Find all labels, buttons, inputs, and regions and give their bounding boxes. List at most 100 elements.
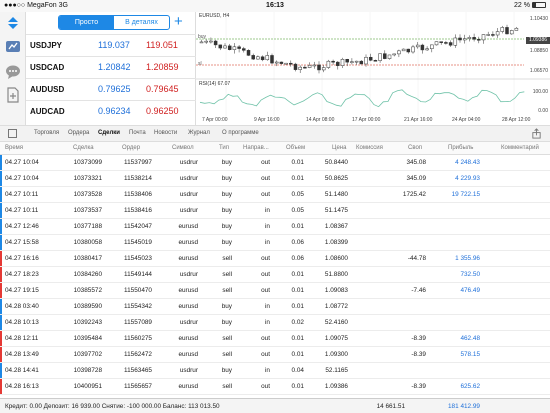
column-header[interactable]: Своп	[408, 145, 422, 151]
table-row[interactable]: 04.27 10:11 10373528 11538406 usdrur buy out 0…	[0, 187, 550, 203]
table-row[interactable]: 04.27 16:16 10380417 11545023 eurusd sell out…	[0, 251, 550, 267]
quote-ask: 0.79645	[146, 84, 179, 94]
candle	[293, 63, 298, 70]
quote-ask: 1.20859	[146, 62, 179, 72]
status-bar: ●●●○○ MegaFon 3G 16:13 22 %	[0, 0, 550, 12]
candle	[227, 45, 232, 50]
table-row[interactable]: 04.27 10:11 10373537 11538416 usdrur buy in 0.…	[0, 203, 550, 219]
price-chart[interactable]: EURUSD, H4 buy sl 1.10430 1.09386 1.0885…	[196, 12, 550, 125]
candle	[289, 62, 293, 65]
candle	[434, 41, 439, 46]
cell-symbol: eurusd	[178, 223, 198, 230]
table-row[interactable]: 04.27 10:04 10373099 11537997 usdrur buy out 0…	[0, 155, 550, 171]
column-header[interactable]: Комментарий	[501, 145, 539, 151]
document-icon[interactable]	[5, 87, 21, 103]
chart-canvas[interactable]	[196, 12, 550, 125]
add-symbol-button[interactable]: +	[174, 13, 183, 30]
sell-level-label: sl	[198, 61, 202, 67]
cell-time: 04.27 19:15	[5, 287, 39, 294]
cell-dir: out	[261, 351, 270, 358]
cell-swap: -7.46	[411, 287, 426, 294]
column-header[interactable]: Объем	[286, 145, 305, 151]
share-icon[interactable]	[531, 128, 542, 139]
candle	[218, 44, 223, 49]
tab-deals[interactable]: Сделки	[98, 130, 120, 136]
cell-dir: out	[261, 159, 270, 166]
cell-order: 11545023	[124, 255, 152, 262]
tab-orders[interactable]: Ордера	[68, 130, 89, 136]
cell-swap: -44.78	[407, 255, 426, 262]
chat-icon[interactable]	[5, 64, 21, 80]
candle	[509, 30, 514, 35]
table-row[interactable]: 04.27 15:58 10380058 11545019 eurusd buy in 0.…	[0, 235, 550, 251]
candle	[439, 41, 443, 43]
quotes-arrows-icon[interactable]	[5, 15, 21, 31]
tab-trade[interactable]: Торговля	[34, 130, 59, 136]
column-header[interactable]: Направ...	[243, 145, 269, 151]
cell-deal: 10380417	[73, 255, 102, 262]
quote-row[interactable]: AUDCAD 0.96234 0.96250	[26, 100, 196, 122]
table-row[interactable]: 04.28 14:41 10398728 11563465 usdrur buy in 0.…	[0, 363, 550, 379]
table-row[interactable]: 04.28 13:49 10397702 11562472 eurusd sell out…	[0, 347, 550, 363]
candle	[209, 40, 213, 43]
column-header[interactable]: Прибыль	[448, 145, 473, 151]
cell-time: 04.28 14:41	[5, 367, 39, 374]
table-row[interactable]: 04.27 10:04 10373321 11538214 usdrur buy out 0…	[0, 171, 550, 187]
cell-deal: 10373537	[73, 207, 102, 214]
cell-deal: 10373099	[73, 159, 102, 166]
table-row[interactable]: 04.28 03:40 10389590 11554342 eurusd buy in 0.…	[0, 299, 550, 315]
table-row[interactable]: 04.28 10:13 10392243 11557089 usdrur buy in 0.…	[0, 315, 550, 331]
candle	[246, 50, 251, 56]
column-header[interactable]: Время	[5, 145, 23, 151]
quotes-mode-toggle[interactable]: Просто В деталях	[58, 15, 170, 30]
cell-dir: out	[261, 287, 270, 294]
price-axis-label: 1.06570	[529, 68, 548, 74]
column-header[interactable]: Комиссия	[356, 145, 383, 151]
quote-row[interactable]: USDCAD 1.20842 1.20859	[26, 56, 196, 78]
battery-percent: 22 %	[514, 2, 530, 9]
candle	[368, 56, 373, 61]
cell-symbol: usdrur	[179, 191, 198, 198]
table-row[interactable]: 04.28 16:13 10400951 11565657 eurusd sell out…	[0, 379, 550, 395]
candle	[312, 64, 317, 67]
cell-symbol: usdrur	[179, 367, 198, 374]
deal-type-marker	[0, 219, 2, 234]
quote-row[interactable]: AUDUSD 0.79625 0.79645	[26, 78, 196, 100]
table-row[interactable]: 04.27 19:15 10385572 11550470 eurusd sell out…	[0, 283, 550, 299]
table-row[interactable]: 04.28 12:11 10395484 11560275 eurusd sell out…	[0, 331, 550, 347]
column-header[interactable]: Сделка	[73, 145, 94, 151]
cell-time: 04.28 16:13	[5, 383, 39, 390]
tab-journal[interactable]: Журнал	[188, 130, 210, 136]
cell-profit: 4 248.43	[455, 159, 480, 166]
price-axis-label: 1.08850	[529, 48, 548, 54]
toggle-panel-icon[interactable]	[8, 129, 17, 138]
table-row[interactable]: 04.27 12:46 10377188 11542047 eurusd buy in 0.…	[0, 219, 550, 235]
trade-icon[interactable]	[5, 39, 21, 55]
cell-time: 04.27 15:58	[5, 239, 39, 246]
column-header[interactable]: Тип	[219, 145, 229, 151]
tab-news[interactable]: Новости	[154, 130, 177, 136]
column-header[interactable]: Цена	[332, 145, 346, 151]
mode-detailed-button[interactable]: В деталях	[114, 16, 169, 29]
quote-bid: 0.79625	[98, 84, 131, 94]
candle	[326, 60, 331, 68]
candle	[232, 46, 237, 50]
cell-type: buy	[221, 191, 232, 198]
cell-vol: 0.01	[291, 159, 304, 166]
mode-simple-button[interactable]: Просто	[59, 16, 114, 29]
cell-dir: out	[261, 383, 270, 390]
quote-row[interactable]: USDJPY 119.037 119.051	[26, 34, 196, 56]
cell-price: 51.1475	[324, 207, 348, 214]
cell-time: 04.27 10:11	[5, 191, 39, 198]
current-price-tag: 1.09386	[526, 37, 550, 44]
tab-mail[interactable]: Почта	[129, 130, 146, 136]
cell-dir: in	[265, 303, 270, 310]
cell-time: 04.27 16:16	[5, 255, 39, 262]
cell-deal: 10373321	[73, 175, 102, 182]
column-header[interactable]: Символ	[172, 145, 194, 151]
candle	[260, 56, 265, 61]
cell-time: 04.27 10:04	[5, 159, 39, 166]
table-row[interactable]: 04.27 18:23 10384260 11549144 usdrur sell out…	[0, 267, 550, 283]
column-header[interactable]: Ордер	[122, 145, 140, 151]
tab-about[interactable]: О программе	[222, 130, 259, 136]
